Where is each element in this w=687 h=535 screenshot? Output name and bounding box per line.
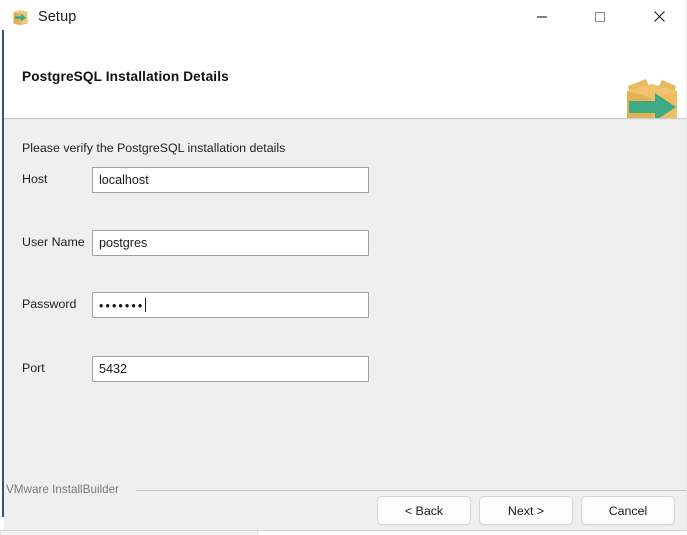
window-title: Setup [38,9,77,25]
form-row-host: Host [4,167,686,193]
host-label: Host [22,172,48,186]
password-label: Password [22,297,77,311]
page-title: PostgreSQL Installation Details [22,69,229,84]
user-name-input[interactable] [92,230,369,256]
host-input[interactable] [92,167,369,193]
password-masked-value: ••••••• [99,298,145,313]
port-input[interactable] [92,356,369,382]
instruction-text: Please verify the PostgreSQL installatio… [22,141,286,155]
user-name-label: User Name [22,235,85,249]
setup-dialog-window: Setup PostgreSQL Installation Details Pl… [0,0,687,531]
close-icon [653,11,665,22]
installer-box-arrow-icon [11,8,30,27]
text-caret [145,298,147,312]
port-label: Port [22,361,45,375]
close-button[interactable] [636,0,682,33]
window-left-accent-border [2,30,4,517]
dialog-button-bar: < Back Next > Cancel [0,496,686,528]
footer-separator [136,490,686,491]
back-button[interactable]: < Back [377,496,471,525]
cancel-button[interactable]: Cancel [581,496,675,525]
minimize-icon [537,15,547,18]
dialog-body: Please verify the PostgreSQL installatio… [4,120,686,530]
password-input[interactable]: ••••••• [92,292,369,318]
installbuilder-brand-label: VMware InstallBuilder [6,483,120,496]
form-row-username: User Name [4,230,686,256]
form-row-port: Port [4,356,686,382]
header-banner: PostgreSQL Installation Details [4,36,686,132]
next-button[interactable]: Next > [479,496,573,525]
form-row-password: Password ••••••• [4,292,686,318]
maximize-icon [594,11,606,22]
title-bar: Setup [0,0,686,36]
minimize-button[interactable] [519,0,565,33]
maximize-button[interactable] [577,0,623,33]
